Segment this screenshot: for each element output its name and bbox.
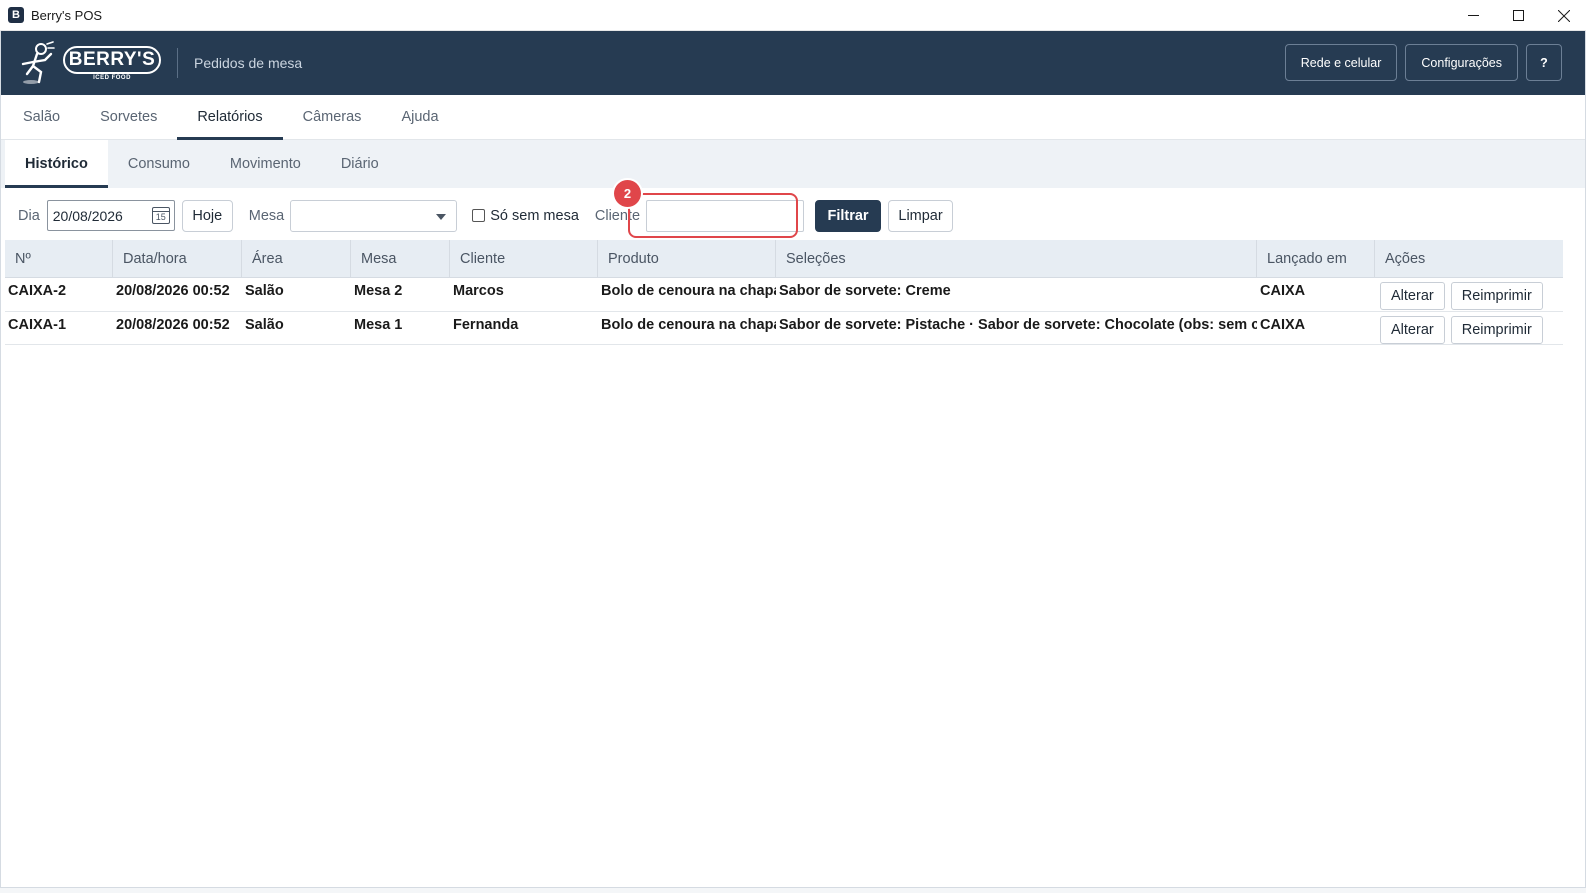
cell-data-hora: 20/08/2026 00:52	[116, 283, 230, 299]
tab-cameras[interactable]: Câmeras	[283, 94, 382, 139]
tab-relatorios[interactable]: Relatórios	[177, 94, 283, 140]
window-titlebar: B Berry's POS	[0, 0, 1586, 31]
alter-button[interactable]: Alterar	[1380, 282, 1445, 310]
cell-mesa: Mesa 1	[354, 316, 403, 333]
cell-lancado-em: CAIXA	[1260, 283, 1306, 299]
step-badge: 2	[614, 180, 641, 207]
settings-button[interactable]: Configurações	[1405, 44, 1518, 81]
cell-numero: CAIXA-1	[8, 316, 67, 333]
cell-acoes: Alterar Reimprimir	[1375, 278, 1563, 311]
report-subtabs: Histórico Consumo Movimento Diário	[0, 140, 1586, 188]
calendar-icon[interactable]: 15	[151, 207, 170, 224]
filter-bar: Dia 20/08/2026 15 Hoje Mesa Só sem mesa …	[0, 180, 1586, 243]
col-acoes: Ações	[1385, 251, 1426, 267]
history-table: Nº Data/hora Área Mesa Cliente Produto S…	[5, 240, 1563, 345]
mascot-icon	[21, 41, 55, 84]
subtab-movimento[interactable]: Movimento	[210, 140, 321, 188]
cell-cliente: Fernanda	[453, 316, 519, 333]
maximize-icon[interactable]	[1496, 0, 1541, 31]
clear-button[interactable]: Limpar	[888, 199, 954, 232]
filter-button[interactable]: Filtrar	[815, 199, 882, 232]
logo-wordmark: BERRY'S ICED FOOD	[63, 46, 161, 81]
window-title: Berry's POS	[31, 7, 103, 23]
app-icon: B	[8, 7, 24, 23]
cell-numero: CAIXA-2	[8, 283, 67, 299]
table-select[interactable]	[290, 199, 458, 232]
window-left-border	[0, 31, 1, 893]
minimize-icon[interactable]	[1451, 0, 1496, 31]
window-bottom-border	[0, 887, 1586, 893]
reprint-button[interactable]: Reimprimir	[1450, 315, 1543, 344]
cell-cliente: Marcos	[453, 283, 504, 299]
subtab-consumo[interactable]: Consumo	[108, 140, 210, 188]
cell-lancado-em: CAIXA	[1260, 316, 1306, 333]
no-table-checkbox[interactable]	[472, 209, 486, 222]
header-subtitle: Pedidos de mesa	[194, 55, 303, 71]
subtab-historico[interactable]: Histórico	[5, 140, 108, 188]
cell-selecoes: Sabor de sorvete: Pistache · Sabor de so…	[779, 316, 1257, 333]
table-header: Nº Data/hora Área Mesa Cliente Produto S…	[5, 240, 1563, 278]
cell-mesa: Mesa 2	[354, 283, 403, 299]
today-button[interactable]: Hoje	[181, 199, 233, 232]
col-selecoes[interactable]: Seleções	[776, 240, 1257, 278]
header-divider	[177, 48, 178, 78]
main-tabs: Salão Sorvetes Relatórios Câmeras Ajuda	[0, 95, 1586, 140]
network-button[interactable]: Rede e celular	[1284, 44, 1398, 81]
window-controls	[1451, 0, 1586, 31]
col-mesa[interactable]: Mesa	[351, 240, 450, 278]
cell-produto: Bolo de cenoura na chapa, Bolo de cenour…	[601, 316, 776, 333]
cell-selecoes: Sabor de sorvete: Creme	[779, 283, 951, 299]
tab-sorvetes[interactable]: Sorvetes	[80, 94, 177, 139]
logo-text: BERRY'S	[63, 46, 161, 74]
col-data-hora[interactable]: Data/hora	[113, 240, 242, 278]
col-produto[interactable]: Produto	[598, 240, 776, 278]
logo-subtext: ICED FOOD	[93, 75, 131, 81]
col-area[interactable]: Área	[242, 240, 351, 278]
subtab-diario[interactable]: Diário	[321, 140, 399, 188]
berrys-logo: BERRY'S ICED FOOD	[17, 40, 161, 86]
cell-data-hora: 20/08/2026 00:52	[116, 316, 230, 333]
alter-button[interactable]: Alterar	[1380, 315, 1445, 344]
table-row[interactable]: CAIXA-1 20/08/2026 00:52 Salão Mesa 1 Fe…	[5, 312, 1563, 345]
reprint-button[interactable]: Reimprimir	[1450, 282, 1543, 310]
table-label: Mesa	[248, 207, 285, 224]
day-label: Dia	[18, 207, 40, 224]
tab-salao[interactable]: Salão	[3, 94, 80, 139]
cell-produto: Bolo de cenoura na chapa	[601, 283, 776, 299]
cell-area: Salão	[245, 283, 284, 299]
day-date-picker[interactable]: 20/08/2026 15	[46, 200, 175, 231]
cell-acoes: Alterar Reimprimir	[1375, 312, 1563, 345]
close-icon[interactable]	[1541, 0, 1586, 31]
col-lancado-em[interactable]: Lançado em	[1257, 240, 1375, 278]
col-cliente[interactable]: Cliente	[450, 240, 598, 278]
tab-ajuda[interactable]: Ajuda	[381, 94, 458, 139]
day-value: 20/08/2026	[52, 207, 123, 224]
chevron-down-icon	[436, 213, 447, 220]
app-header: BERRY'S ICED FOOD Pedidos de mesa Rede e…	[0, 31, 1586, 95]
no-table-label[interactable]: Só sem mesa	[490, 208, 579, 224]
help-button[interactable]: ?	[1526, 44, 1562, 81]
header-actions: Rede e celular Configurações ?	[1284, 44, 1562, 81]
client-input-highlight	[628, 193, 798, 238]
cell-area: Salão	[245, 316, 284, 333]
col-numero[interactable]: Nº	[5, 240, 113, 278]
table-row[interactable]: CAIXA-2 20/08/2026 00:52 Salão Mesa 2 Ma…	[5, 278, 1563, 312]
